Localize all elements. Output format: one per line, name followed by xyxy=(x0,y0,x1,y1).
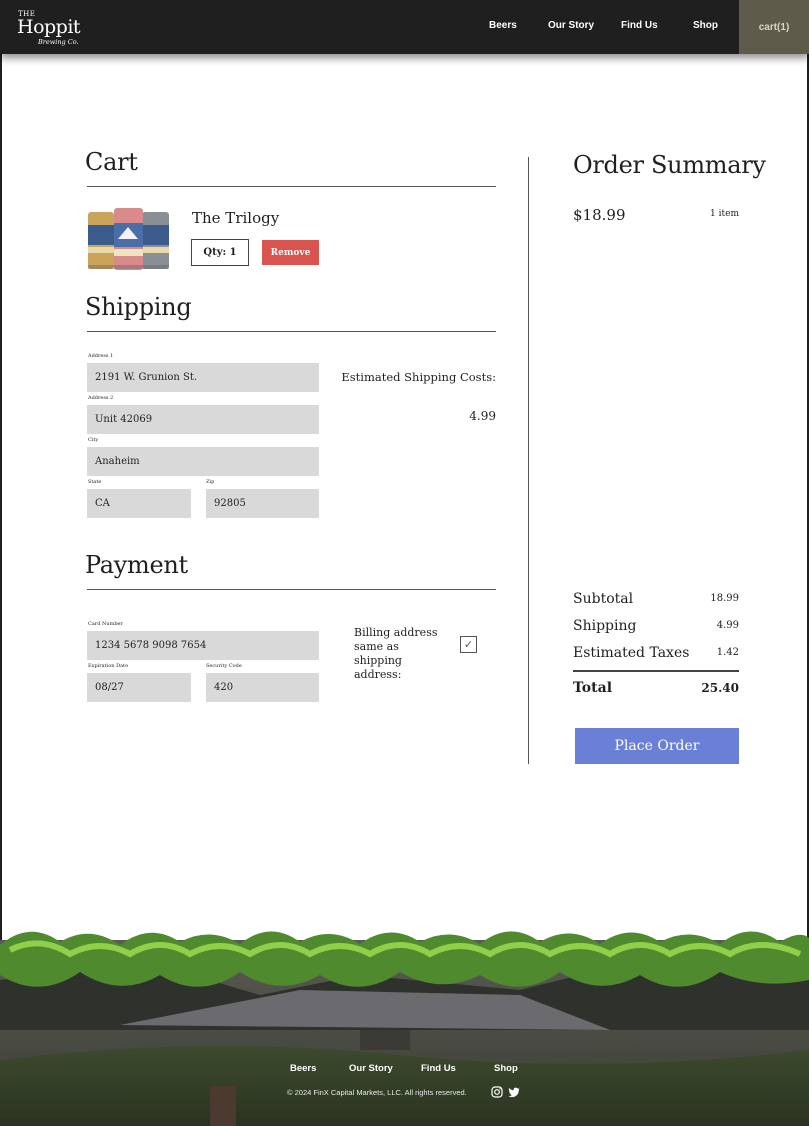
product-image xyxy=(88,208,169,270)
address2-field[interactable]: Unit 42069 xyxy=(87,405,319,434)
subtotal-label: Subtotal xyxy=(573,591,634,607)
billing-same-checkbox[interactable]: ✓ xyxy=(460,636,477,653)
address1-label: Address 1 xyxy=(88,353,114,359)
nav-link-find-us[interactable]: Find Us xyxy=(621,20,658,31)
estimated-shipping-label: Estimated Shipping Costs: xyxy=(341,370,496,384)
logo-name: Hoppit xyxy=(17,16,81,38)
checkmark-icon: ✓ xyxy=(463,638,474,651)
city-field[interactable]: Anaheim xyxy=(87,447,319,476)
payment-heading: Payment xyxy=(85,551,188,579)
zip-label: Zip xyxy=(206,479,215,485)
column-divider xyxy=(528,157,529,764)
hoppit-logo[interactable]: THE Hoppit Brewing Co. xyxy=(17,9,87,47)
zip-field[interactable]: 92805 xyxy=(206,489,319,518)
card-number-field[interactable]: 1234 5678 9098 7654 xyxy=(87,631,319,660)
shipping-heading: Shipping xyxy=(85,293,192,321)
payment-divider xyxy=(87,589,496,590)
instagram-icon[interactable] xyxy=(491,1086,503,1098)
copyright-text: © 2024 FinX Capital Markets, LLC. All ri… xyxy=(287,1088,467,1097)
shipping-divider xyxy=(87,331,496,332)
footer-link-find-us[interactable]: Find Us xyxy=(421,1063,456,1074)
summary-item-count: 1 item xyxy=(710,209,739,219)
place-order-button[interactable]: Place Order xyxy=(575,728,739,764)
expiration-label: Expiration Date xyxy=(88,663,129,669)
twitter-icon[interactable] xyxy=(508,1086,520,1098)
quantity-selector[interactable]: Qty: 1 xyxy=(191,239,249,266)
cart-button[interactable]: cart(1) xyxy=(739,0,809,54)
total-label: Total xyxy=(573,680,613,696)
subtotal-value: 18.99 xyxy=(710,593,739,604)
remove-item-button[interactable]: Remove xyxy=(262,240,319,265)
estimated-shipping-value: 4.99 xyxy=(469,409,496,423)
taxes-value: 1.42 xyxy=(716,647,739,658)
nav-link-our-story[interactable]: Our Story xyxy=(548,20,594,31)
nav-link-shop[interactable]: Shop xyxy=(693,20,718,31)
cart-heading: Cart xyxy=(85,148,138,176)
billing-same-label: Billing address same as shipping address… xyxy=(354,626,438,681)
security-code-label: Security Code xyxy=(206,663,242,669)
address2-label: Address 2 xyxy=(88,395,114,401)
total-value: 25.40 xyxy=(701,681,739,695)
security-code-field[interactable]: 420 xyxy=(206,673,319,702)
city-label: City xyxy=(88,437,99,443)
summary-divider xyxy=(573,670,739,672)
state-label: State xyxy=(88,479,102,485)
footer: Beers Our Story Find Us Shop © 2024 FinX… xyxy=(0,920,809,1126)
shipping-total-value: 4.99 xyxy=(716,620,739,631)
expiration-field[interactable]: 08/27 xyxy=(87,673,191,702)
summary-price: $18.99 xyxy=(573,206,626,224)
address1-field[interactable]: 2191 W. Grunion St. xyxy=(87,363,319,392)
footer-link-our-story[interactable]: Our Story xyxy=(349,1063,393,1074)
shipping-total-label: Shipping xyxy=(573,618,637,634)
logo-subtitle: Brewing Co. xyxy=(38,38,79,46)
nav-link-beers[interactable]: Beers xyxy=(489,20,517,31)
order-summary-heading: Order Summary xyxy=(573,151,766,179)
cart-item-name: The Trilogy xyxy=(192,209,280,227)
footer-link-beers[interactable]: Beers xyxy=(290,1063,316,1074)
footer-link-shop[interactable]: Shop xyxy=(494,1063,518,1074)
card-number-label: Card Number xyxy=(88,621,123,627)
cart-divider xyxy=(87,186,496,187)
state-field[interactable]: CA xyxy=(87,489,191,518)
top-navigation-bar: THE Hoppit Brewing Co. Beers Our Story F… xyxy=(0,0,809,54)
